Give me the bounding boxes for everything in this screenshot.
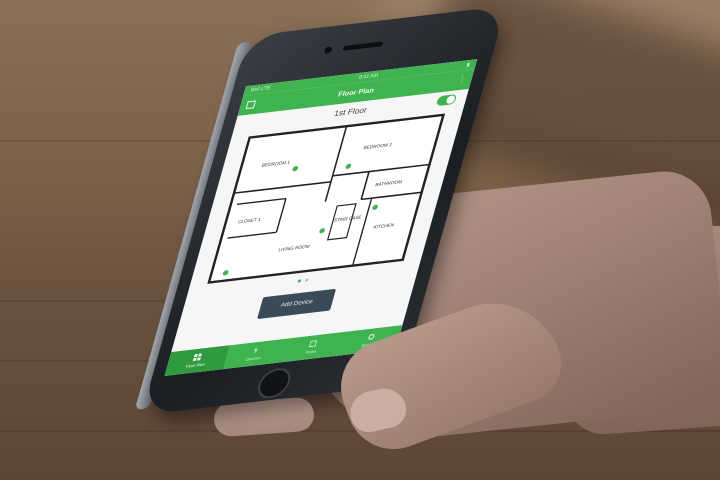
floorplan-map[interactable]: BEDROOM 1 BEDROOM 2 BATHROOM CLOSET 1 ST… — [206, 113, 446, 285]
tab-label: Floor Plan — [185, 361, 206, 369]
plug-icon — [253, 346, 258, 355]
tab-label: Rules — [305, 348, 318, 355]
toggle-knob — [445, 95, 457, 105]
gear-icon — [368, 334, 375, 340]
photo-scene: Bell LTE 9:41 AM ▮ Floor Plan ⋮ 1st Floo… — [0, 0, 720, 480]
settings-icon[interactable]: ⋮ — [457, 76, 466, 84]
tab-label: Devices — [245, 355, 262, 362]
battery-icon: ▮ — [465, 61, 471, 69]
rules-icon — [309, 340, 318, 348]
floor-toggle[interactable] — [435, 94, 458, 107]
page-dot[interactable] — [304, 278, 309, 282]
grid-icon — [193, 353, 203, 362]
page-title: Floor Plan — [337, 86, 375, 99]
add-device-button[interactable]: Add Device — [257, 288, 337, 320]
page-dot-active[interactable] — [297, 279, 302, 283]
floorplan-menu-icon[interactable] — [245, 100, 257, 110]
floor-label: 1st Floor — [333, 104, 369, 118]
